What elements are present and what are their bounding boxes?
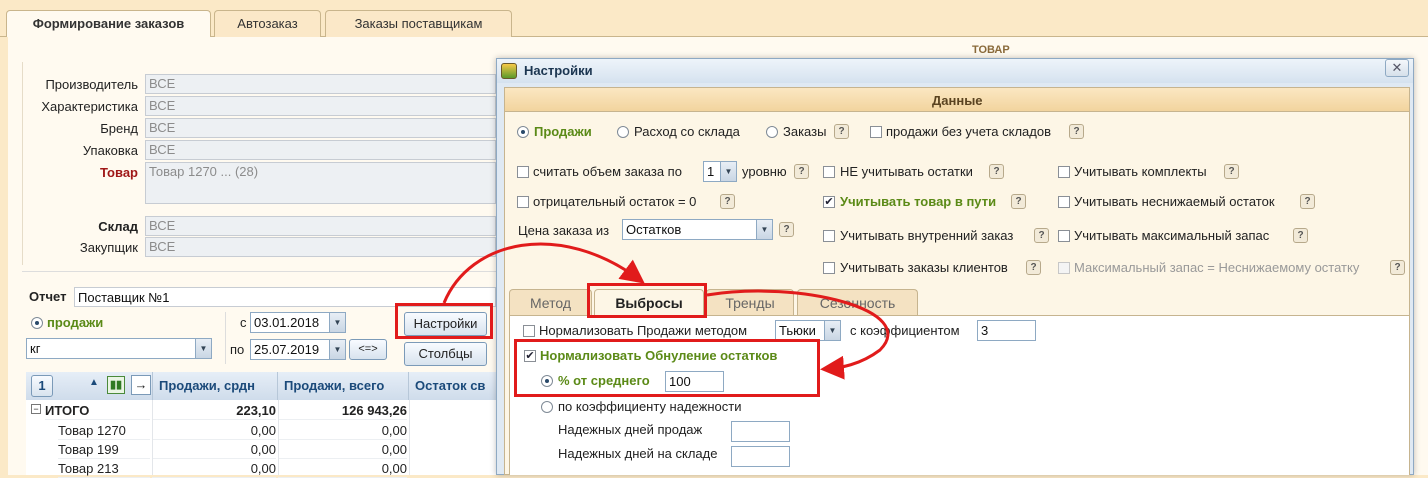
arrow-to-normalize-zero [706,289,890,380]
annotation-arrows [442,242,890,380]
arrow-to-outliers-tab [442,242,645,304]
